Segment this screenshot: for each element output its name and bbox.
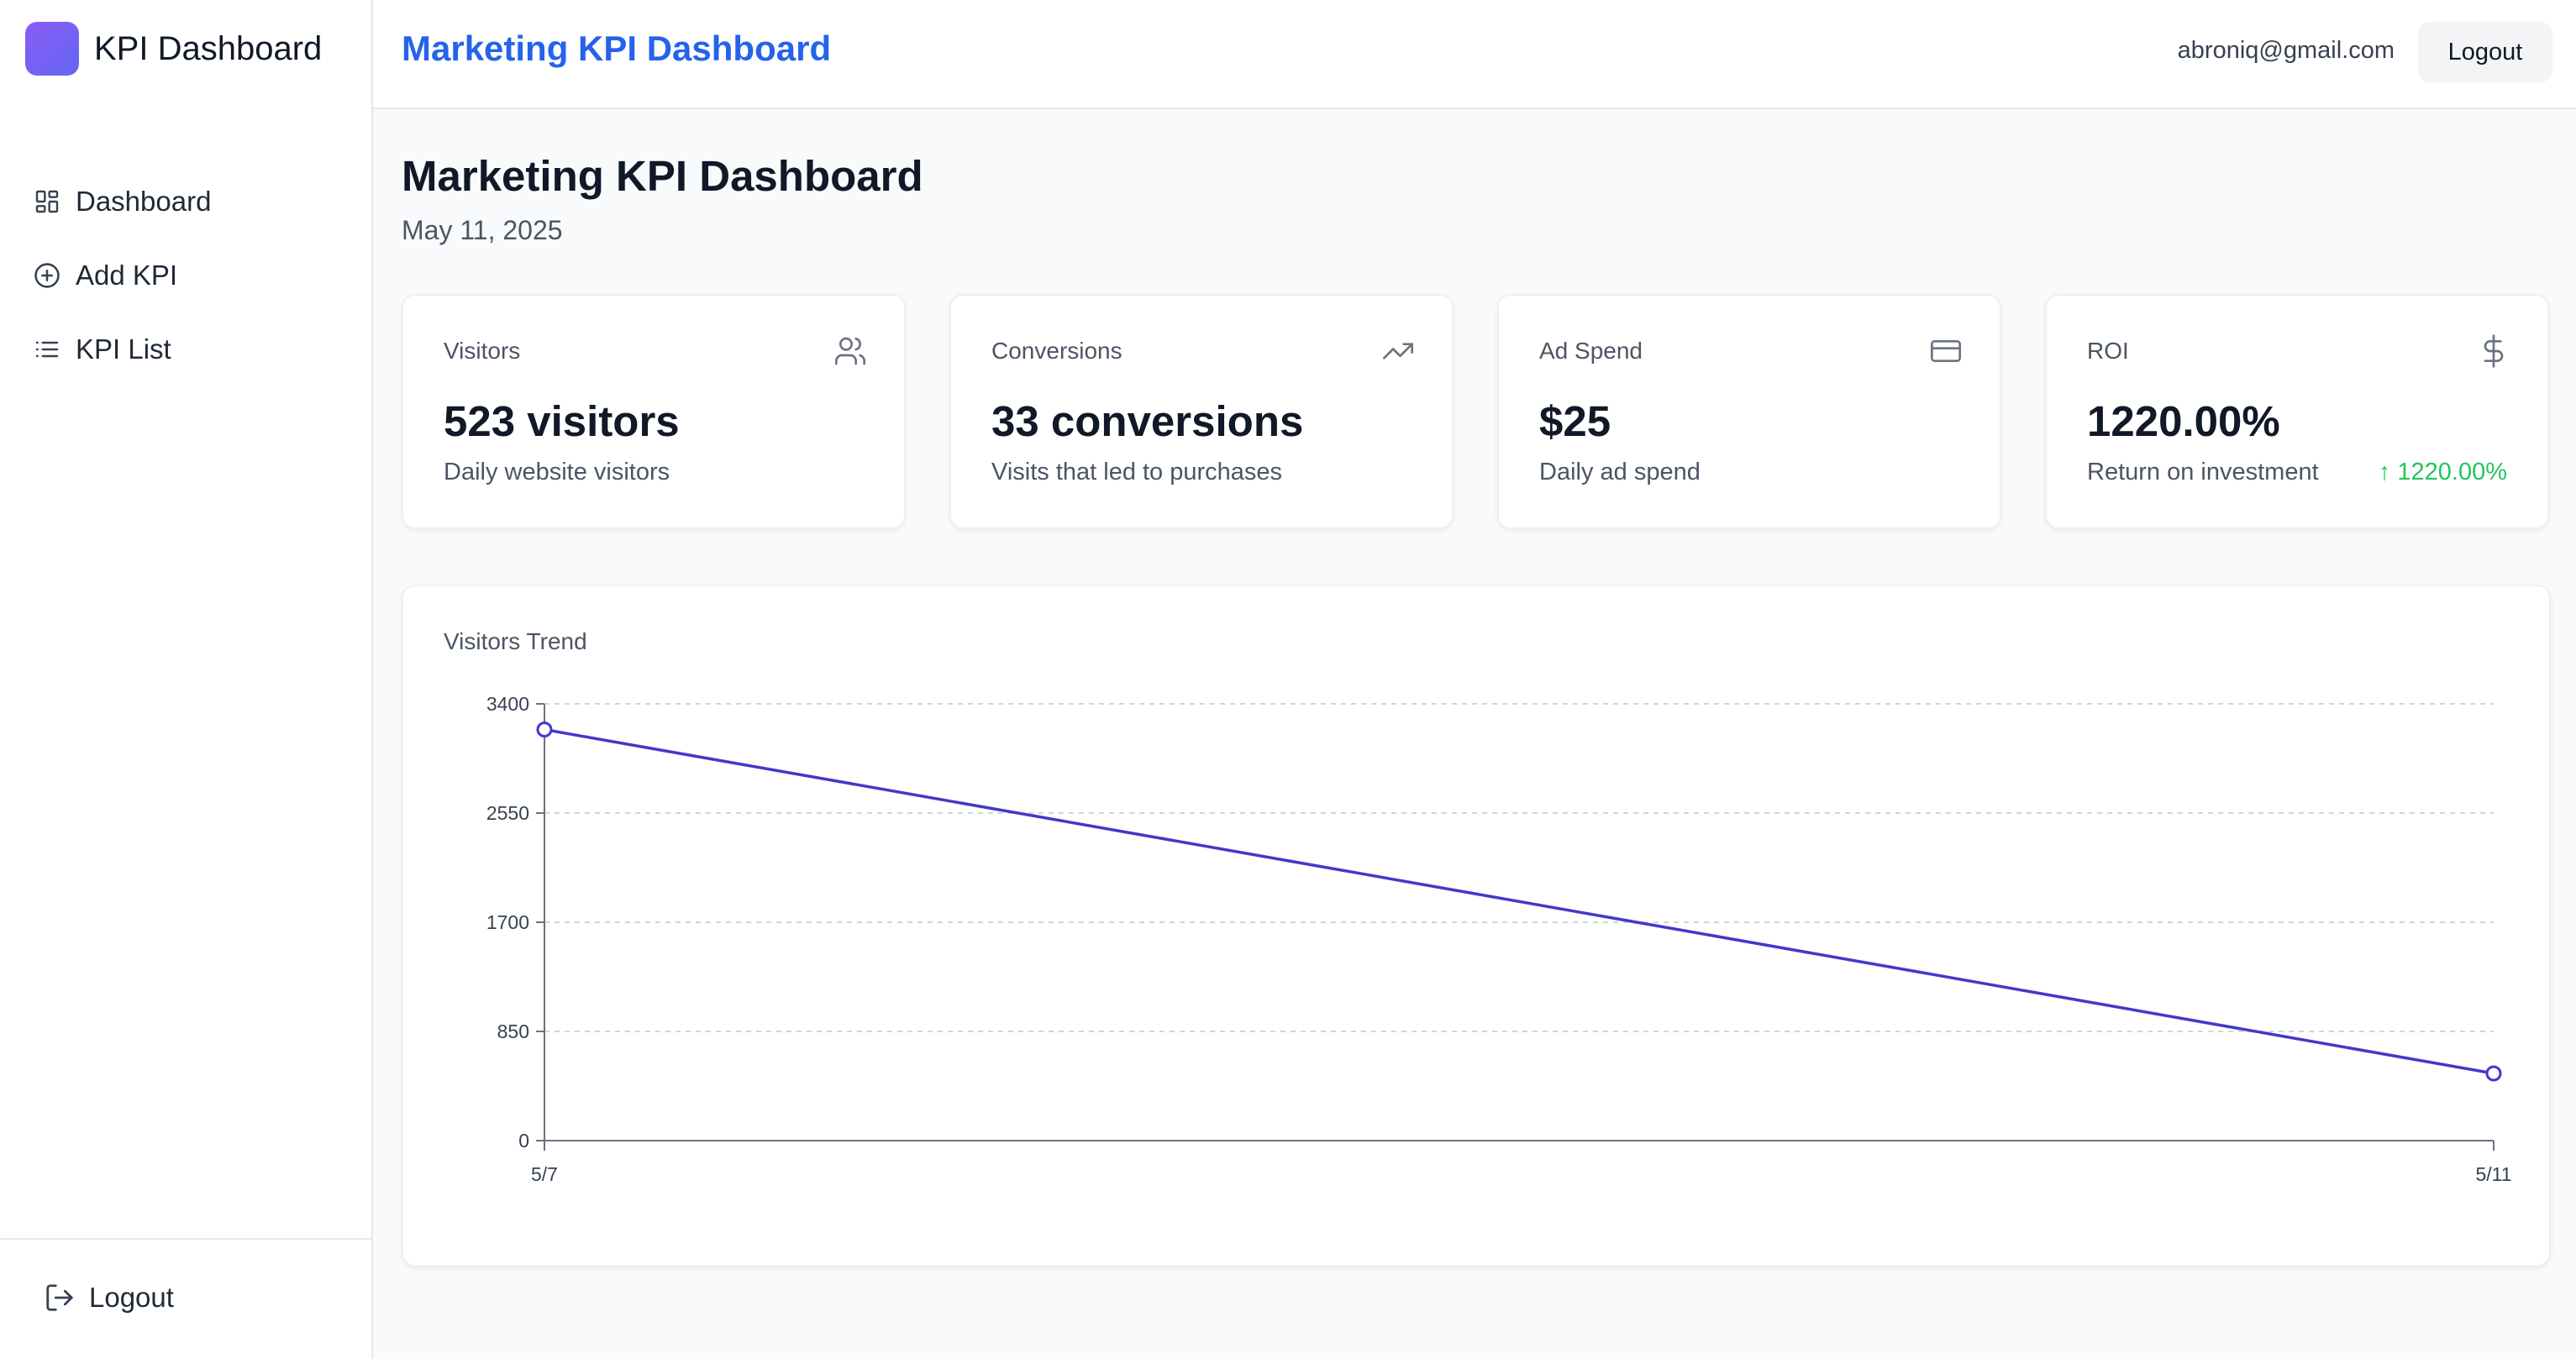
y-tick-label: 850 bbox=[497, 1021, 529, 1042]
y-tick-label: 1700 bbox=[486, 911, 529, 933]
sidebar-footer: Logout bbox=[0, 1238, 371, 1359]
card-description: Visits that led to purchases bbox=[991, 459, 1283, 485]
sidebar-item-label: Dashboard bbox=[76, 186, 212, 217]
card-description: Daily ad spend bbox=[1539, 459, 1701, 485]
y-tick-label: 0 bbox=[518, 1130, 529, 1152]
visitors-trend-chart: 0 850 1700 2550 3400 5/7 5/11 bbox=[486, 693, 2512, 1185]
page-date: May 11, 2025 bbox=[402, 215, 563, 245]
kpi-card-ad-spend: Ad Spend $25 Daily ad spend bbox=[1497, 294, 2001, 529]
brand-name: KPI Dashboard bbox=[94, 29, 323, 67]
brand[interactable]: KPI Dashboard bbox=[25, 22, 322, 76]
dashboard-grid-icon bbox=[32, 186, 62, 217]
dollar-icon bbox=[2477, 334, 2510, 368]
sidebar-item-label: KPI List bbox=[76, 333, 171, 365]
y-tick-label: 2550 bbox=[486, 802, 529, 824]
header-title: Marketing KPI Dashboard bbox=[402, 29, 832, 68]
card-label: ROI bbox=[2087, 338, 2129, 364]
card-value: 33 conversions bbox=[991, 397, 1304, 445]
data-point bbox=[536, 721, 553, 738]
sidebar-nav: Dashboard Add KPI KPI List bbox=[32, 165, 211, 386]
sidebar-item-dashboard[interactable]: Dashboard bbox=[32, 165, 211, 239]
credit-card-icon bbox=[1929, 334, 1963, 368]
card-label: Conversions bbox=[991, 338, 1122, 364]
kpi-card-roi: ROI 1220.00% Return on investment ↑ 1220… bbox=[2045, 294, 2549, 529]
card-description: Return on investment bbox=[2087, 459, 2319, 485]
sidebar: KPI Dashboard Dashboard Add KPI KPI List… bbox=[0, 0, 373, 1359]
sidebar-item-add-kpi[interactable]: Add KPI bbox=[32, 239, 211, 312]
logout-icon bbox=[44, 1282, 76, 1314]
header-logout-button[interactable]: Logout bbox=[2418, 22, 2552, 82]
sidebar-item-kpi-list[interactable]: KPI List bbox=[32, 312, 211, 386]
page-title: Marketing KPI Dashboard bbox=[402, 152, 923, 200]
card-label: Ad Spend bbox=[1539, 338, 1643, 364]
users-icon bbox=[833, 334, 867, 368]
list-icon bbox=[32, 334, 62, 365]
series-line bbox=[544, 727, 2495, 1075]
trending-up-icon bbox=[1381, 334, 1415, 368]
plus-circle-icon bbox=[32, 260, 62, 291]
card-value: 523 visitors bbox=[444, 397, 680, 445]
kpi-card-visitors: Visitors 523 visitors Daily website visi… bbox=[402, 294, 906, 529]
sidebar-logout-button[interactable]: Logout bbox=[44, 1282, 174, 1314]
sidebar-logout-label: Logout bbox=[89, 1282, 174, 1313]
data-point bbox=[2485, 1065, 2502, 1082]
roi-trend-badge: ↑ 1220.00% bbox=[2378, 459, 2507, 485]
card-value: 1220.00% bbox=[2087, 397, 2280, 445]
x-tick-label: 5/11 bbox=[2475, 1163, 2511, 1185]
card-label: Visitors bbox=[444, 338, 521, 364]
card-value: $25 bbox=[1539, 397, 1611, 445]
card-description: Daily website visitors bbox=[444, 459, 670, 485]
sidebar-item-label: Add KPI bbox=[76, 260, 178, 291]
top-bar: Marketing KPI Dashboard abroniq@gmail.co… bbox=[373, 0, 2576, 109]
brand-logo bbox=[25, 22, 79, 76]
y-tick-label: 3400 bbox=[486, 693, 529, 715]
visitors-trend-card: Visitors Trend 0 850 1700 2550 3400 5/7 5/11 bbox=[402, 585, 2551, 1267]
x-tick-label: 5/7 bbox=[531, 1163, 558, 1185]
kpi-card-conversions: Conversions 33 conversions Visits that l… bbox=[949, 294, 1454, 529]
user-email: abroniq@gmail.com bbox=[2177, 37, 2395, 64]
